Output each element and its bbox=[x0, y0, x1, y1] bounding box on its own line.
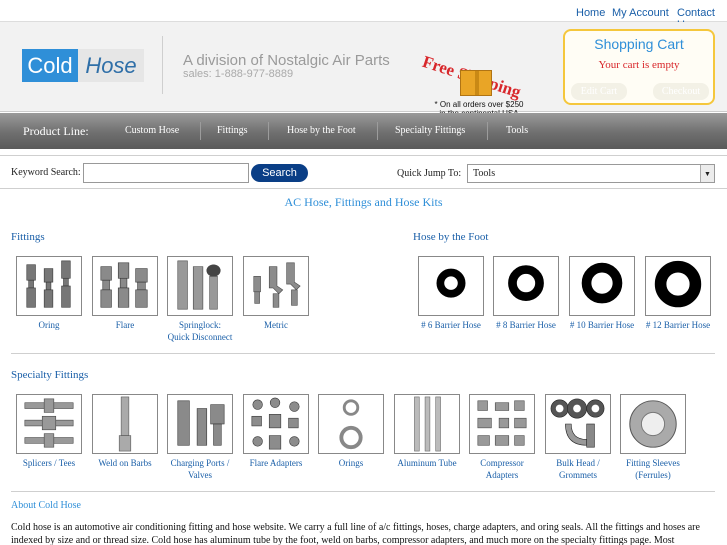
quick-jump-selected: Tools bbox=[473, 168, 496, 179]
weld-on-barbs-caption[interactable]: Weld on Barbs bbox=[86, 457, 164, 469]
site-header: Cold Hose A division of Nostalgic Air Pa… bbox=[0, 22, 727, 118]
divider bbox=[0, 188, 727, 189]
package-icon bbox=[460, 70, 492, 96]
flare-adapters-image[interactable] bbox=[243, 394, 309, 454]
header-divider bbox=[162, 36, 163, 94]
nav-item-tools[interactable]: Tools bbox=[506, 125, 528, 136]
shopping-cart-box: Shopping Cart Your cart is empty Edit Ca… bbox=[563, 29, 715, 105]
nav-separator bbox=[200, 122, 201, 140]
aluminum-tube-image[interactable] bbox=[394, 394, 460, 454]
nav-separator bbox=[377, 122, 378, 140]
hose-by-the-foot-section-title[interactable]: Hose by the Foot bbox=[413, 231, 488, 243]
oring-fittings-image[interactable] bbox=[16, 256, 82, 316]
my-account-link[interactable]: My Account bbox=[612, 7, 669, 19]
barrier-hose-8-caption[interactable]: # 8 Barrier Hose bbox=[487, 319, 565, 331]
flare-fittings-image[interactable] bbox=[92, 256, 158, 316]
barrier-hose-12-image[interactable] bbox=[645, 256, 711, 316]
home-link[interactable]: Home bbox=[576, 7, 605, 19]
orings-image[interactable] bbox=[318, 394, 384, 454]
aluminum-tube-caption[interactable]: Aluminum Tube bbox=[388, 457, 466, 469]
top-links-bar: Home My Account Contact Us bbox=[0, 0, 727, 31]
cold-hose-logo[interactable]: Cold Hose bbox=[22, 49, 144, 82]
edit-cart-button[interactable]: Edit Cart bbox=[571, 83, 627, 100]
barrier-hose-6-caption[interactable]: # 6 Barrier Hose bbox=[412, 319, 490, 331]
nav-separator bbox=[268, 122, 269, 140]
checkout-button[interactable]: Checkout bbox=[653, 83, 709, 100]
fittings-section-title[interactable]: Fittings bbox=[11, 231, 45, 243]
springlock-caption[interactable]: Springlock: Quick Disconnect bbox=[161, 319, 239, 343]
nav-item-specialty-fittings[interactable]: Specialty Fittings bbox=[395, 125, 465, 136]
quick-jump-select[interactable]: Tools ▼ bbox=[467, 164, 715, 183]
compressor-adapters-caption[interactable]: Compressor Adapters bbox=[463, 457, 541, 481]
product-line-nav: Product Line: Custom Hose Fittings Hose … bbox=[0, 113, 727, 149]
sales-phone: sales: 1-888-977-8889 bbox=[183, 68, 294, 80]
oring-caption[interactable]: Oring bbox=[10, 319, 88, 331]
fitting-sleeves-caption[interactable]: Fitting Sleeves (Ferrules) bbox=[614, 457, 692, 481]
compressor-adapters-image[interactable] bbox=[469, 394, 535, 454]
weld-on-barbs-image[interactable] bbox=[92, 394, 158, 454]
springlock-fittings-image[interactable] bbox=[167, 256, 233, 316]
divider bbox=[11, 353, 715, 354]
nav-item-hose-by-the-foot[interactable]: Hose by the Foot bbox=[287, 125, 356, 136]
logo-part-hose: Hose bbox=[78, 49, 144, 82]
flare-caption[interactable]: Flare bbox=[86, 319, 164, 331]
nav-item-custom-hose[interactable]: Custom Hose bbox=[125, 125, 179, 136]
metric-fittings-image[interactable] bbox=[243, 256, 309, 316]
charging-ports-image[interactable] bbox=[167, 394, 233, 454]
nav-separator bbox=[487, 122, 488, 140]
flare-adapters-caption[interactable]: Flare Adapters bbox=[237, 457, 315, 469]
divider bbox=[11, 491, 715, 492]
splicers-tees-caption[interactable]: Splicers / Tees bbox=[10, 457, 88, 469]
keyword-search-input[interactable] bbox=[83, 163, 249, 183]
keyword-search-label: Keyword Search: bbox=[11, 167, 81, 178]
barrier-hose-6-image[interactable] bbox=[418, 256, 484, 316]
shopping-cart-title: Shopping Cart bbox=[594, 36, 684, 52]
bulk-head-grommets-image[interactable] bbox=[545, 394, 611, 454]
fitting-sleeves-image[interactable] bbox=[620, 394, 686, 454]
cart-status: Your cart is empty bbox=[598, 59, 680, 71]
specialty-fittings-section-title[interactable]: Specialty Fittings bbox=[11, 369, 88, 381]
search-button[interactable]: Search bbox=[251, 164, 308, 182]
quick-jump-label: Quick Jump To: bbox=[397, 168, 462, 179]
about-title: About Cold Hose bbox=[11, 500, 81, 511]
barrier-hose-8-image[interactable] bbox=[493, 256, 559, 316]
free-shipping-badge: Free Shipping * On all orders over $250 … bbox=[420, 40, 534, 118]
orings-caption[interactable]: Orings bbox=[312, 457, 390, 469]
division-text: A division of Nostalgic Air Parts bbox=[183, 52, 390, 69]
charging-ports-caption[interactable]: Charging Ports / Valves bbox=[161, 457, 239, 481]
logo-part-cold: Cold bbox=[22, 49, 78, 82]
metric-caption[interactable]: Metric bbox=[237, 319, 315, 331]
splicers-tees-image[interactable] bbox=[16, 394, 82, 454]
bulk-head-grommets-caption[interactable]: Bulk Head / Grommets bbox=[539, 457, 617, 481]
nav-item-fittings[interactable]: Fittings bbox=[217, 125, 248, 136]
page-heading: AC Hose, Fittings and Hose Kits bbox=[284, 195, 443, 209]
barrier-hose-12-caption[interactable]: # 12 Barrier Hose bbox=[639, 319, 717, 331]
chevron-down-icon[interactable]: ▼ bbox=[700, 165, 714, 182]
barrier-hose-10-caption[interactable]: # 10 Barrier Hose bbox=[563, 319, 641, 331]
product-line-label: Product Line: bbox=[23, 124, 89, 138]
about-text: Cold hose is an automotive air condition… bbox=[11, 522, 700, 545]
barrier-hose-10-image[interactable] bbox=[569, 256, 635, 316]
divider bbox=[0, 155, 727, 156]
